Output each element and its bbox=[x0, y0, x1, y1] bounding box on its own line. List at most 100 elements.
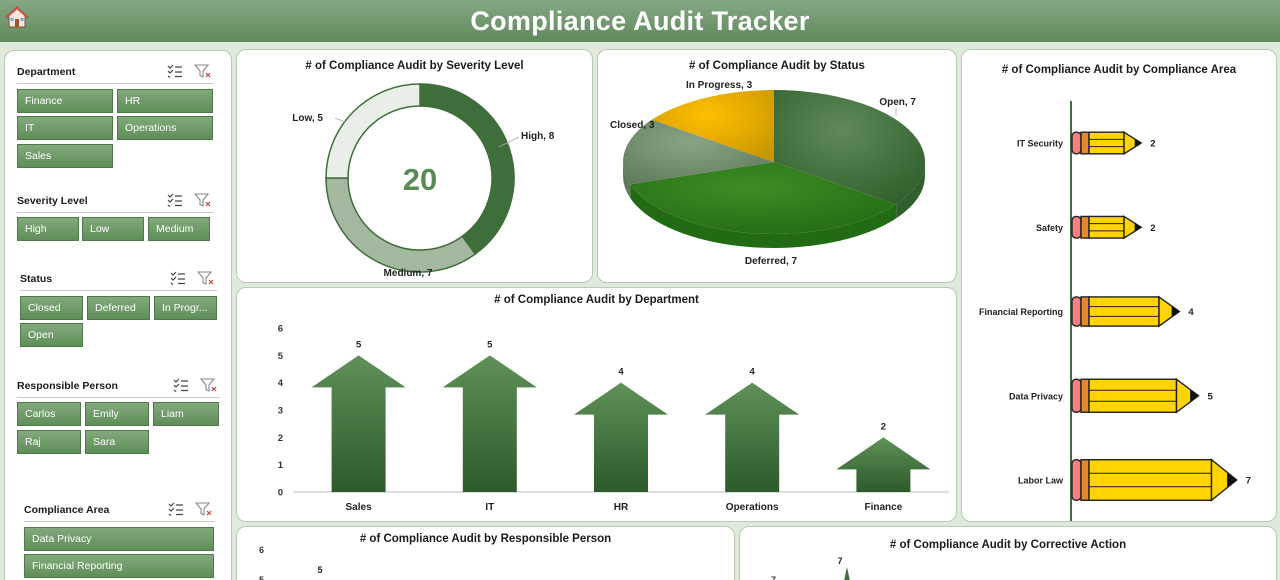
department-ytick: 3 bbox=[278, 406, 283, 417]
area-value-label: 2 bbox=[1150, 139, 1155, 150]
severity-chart-panel: # of Compliance Audit by Severity Level … bbox=[236, 49, 593, 283]
department-slicer-header: Department bbox=[17, 64, 214, 84]
department-chart-title: # of Compliance Audit by Department bbox=[494, 294, 699, 306]
severity-chip[interactable]: Low bbox=[82, 217, 144, 241]
home-icon[interactable] bbox=[5, 5, 29, 29]
corrective-chart-title: # of Compliance Audit by Corrective Acti… bbox=[889, 539, 1127, 551]
department-bar-sales bbox=[311, 355, 406, 492]
multi-select-icon[interactable] bbox=[170, 271, 186, 285]
area-value-label: 2 bbox=[1150, 223, 1155, 234]
department-category-label: HR bbox=[614, 502, 629, 513]
person-chip[interactable]: Raj bbox=[17, 430, 81, 454]
area-category-label: Data Privacy bbox=[1009, 391, 1063, 401]
person-ytick: 5 bbox=[259, 575, 264, 580]
severity-data-label: Low, 5 bbox=[292, 113, 323, 124]
status-data-label: Deferred, 7 bbox=[745, 256, 798, 267]
severity-chip[interactable]: High bbox=[17, 217, 79, 241]
status-data-label: In Progress, 3 bbox=[686, 80, 753, 91]
severity-chip[interactable]: Medium bbox=[148, 217, 210, 241]
department-chart-panel: # of Compliance Audit by Department 0 1 2 3… bbox=[236, 287, 957, 522]
person-ytick: 6 bbox=[259, 545, 264, 555]
department-chip[interactable]: HR bbox=[117, 89, 213, 113]
department-ytick: 0 bbox=[278, 488, 283, 499]
status-chart-panel: # of Compliance Audit by Status Open, 7 D… bbox=[597, 49, 957, 283]
status-chip[interactable]: Closed bbox=[20, 296, 83, 320]
department-chip[interactable]: Sales bbox=[17, 144, 113, 168]
area-category-label: Financial Reporting bbox=[979, 307, 1063, 317]
dashboard-title: Compliance Audit Tracker bbox=[470, 6, 810, 36]
area-category-label: Labor Law bbox=[1018, 476, 1064, 486]
area-slicer-header: Compliance Area bbox=[24, 502, 215, 522]
area-chip[interactable]: Data Privacy bbox=[24, 527, 214, 551]
clear-filter-icon[interactable] bbox=[194, 64, 212, 79]
status-chip[interactable]: Deferred bbox=[87, 296, 150, 320]
department-value-label: 4 bbox=[750, 367, 756, 378]
department-arrow-chart: 0 1 2 3 4 5 6 5 Sales 5 IT 4 HR 4 Operations 2 Finance bbox=[278, 324, 949, 513]
area-value-label: 4 bbox=[1188, 307, 1194, 318]
severity-data-label: Medium, 7 bbox=[384, 268, 433, 279]
person-chip[interactable]: Carlos bbox=[17, 402, 81, 426]
severity-center-total: 20 bbox=[403, 162, 437, 197]
status-chart-title: # of Compliance Audit by Status bbox=[689, 60, 865, 72]
person-slicer-header: Responsible Person bbox=[17, 378, 220, 398]
person-chart-title: # of Compliance Audit by Responsible Per… bbox=[359, 533, 612, 545]
person-chip[interactable]: Sara bbox=[85, 430, 149, 454]
status-slicer-header: Status bbox=[20, 271, 217, 291]
status-chip[interactable]: In Progr... bbox=[154, 296, 217, 320]
area-pencil-labor-law bbox=[1071, 458, 1238, 502]
department-chip[interactable]: IT bbox=[17, 116, 113, 140]
area-category-label: IT Security bbox=[1017, 139, 1063, 149]
department-value-label: 5 bbox=[356, 339, 362, 350]
area-chip[interactable]: Financial Reporting bbox=[24, 554, 214, 578]
severity-slice-medium bbox=[325, 177, 477, 273]
area-value-label: 5 bbox=[1208, 391, 1214, 402]
slicer-panel: Department Finance HR IT Operations Sales Seve… bbox=[4, 50, 232, 580]
department-ytick: 4 bbox=[278, 378, 284, 389]
area-chart-panel: # of Compliance Audit by Compliance Area… bbox=[961, 49, 1277, 522]
area-pencil-data-privacy bbox=[1071, 377, 1200, 414]
department-category-label: Operations bbox=[726, 502, 779, 513]
severity-chart-title: # of Compliance Audit by Severity Level bbox=[305, 60, 524, 72]
status-chip[interactable]: Open bbox=[20, 323, 83, 347]
department-value-label: 5 bbox=[487, 339, 493, 350]
department-bar-hr bbox=[574, 382, 668, 492]
area-value-label: 7 bbox=[1246, 476, 1251, 487]
person-chip[interactable]: Liam bbox=[153, 402, 219, 426]
department-value-label: 2 bbox=[881, 421, 886, 432]
department-category-label: Finance bbox=[865, 502, 903, 513]
clear-filter-icon[interactable] bbox=[200, 378, 218, 393]
status-data-label: Closed, 3 bbox=[610, 120, 655, 131]
corrective-chart: 77 bbox=[771, 556, 850, 580]
corrective-value-label: 7 bbox=[837, 556, 842, 566]
person-chip[interactable]: Emily bbox=[85, 402, 149, 426]
area-pencil-it-security bbox=[1071, 130, 1143, 156]
severity-donut-chart: 20 High, 8 Medium, 7 Low, 5 bbox=[292, 83, 555, 279]
clear-filter-icon[interactable] bbox=[194, 193, 212, 208]
clear-filter-icon[interactable] bbox=[197, 271, 215, 286]
leader-line bbox=[334, 117, 346, 123]
corrective-line-peak bbox=[844, 567, 850, 580]
department-ytick: 5 bbox=[278, 351, 284, 362]
person-chart-panel: # of Compliance Audit by Responsible Per… bbox=[236, 526, 735, 580]
multi-select-icon[interactable] bbox=[167, 64, 183, 78]
department-category-label: Sales bbox=[346, 502, 373, 513]
department-ytick: 2 bbox=[278, 433, 283, 444]
multi-select-icon[interactable] bbox=[167, 193, 183, 207]
department-ytick: 1 bbox=[278, 460, 284, 471]
department-chip[interactable]: Finance bbox=[17, 89, 113, 113]
department-category-label: IT bbox=[485, 502, 494, 513]
area-pencil-safety bbox=[1071, 215, 1143, 240]
clear-filter-icon[interactable] bbox=[195, 502, 213, 517]
multi-select-icon[interactable] bbox=[173, 378, 189, 392]
dashboard-header: Compliance Audit Tracker bbox=[0, 0, 1280, 42]
status-data-label: Open, 7 bbox=[879, 97, 916, 108]
corrective-ytick: 7 bbox=[771, 575, 776, 580]
area-category-label: Safety bbox=[1036, 223, 1063, 233]
department-bar-it bbox=[442, 355, 537, 492]
department-chip[interactable]: Operations bbox=[117, 116, 213, 140]
severity-data-label: High, 8 bbox=[521, 131, 555, 142]
department-bar-operations bbox=[705, 382, 800, 492]
multi-select-icon[interactable] bbox=[168, 502, 184, 516]
person-value-label: 5 bbox=[317, 565, 322, 575]
department-bar-finance bbox=[836, 437, 931, 492]
